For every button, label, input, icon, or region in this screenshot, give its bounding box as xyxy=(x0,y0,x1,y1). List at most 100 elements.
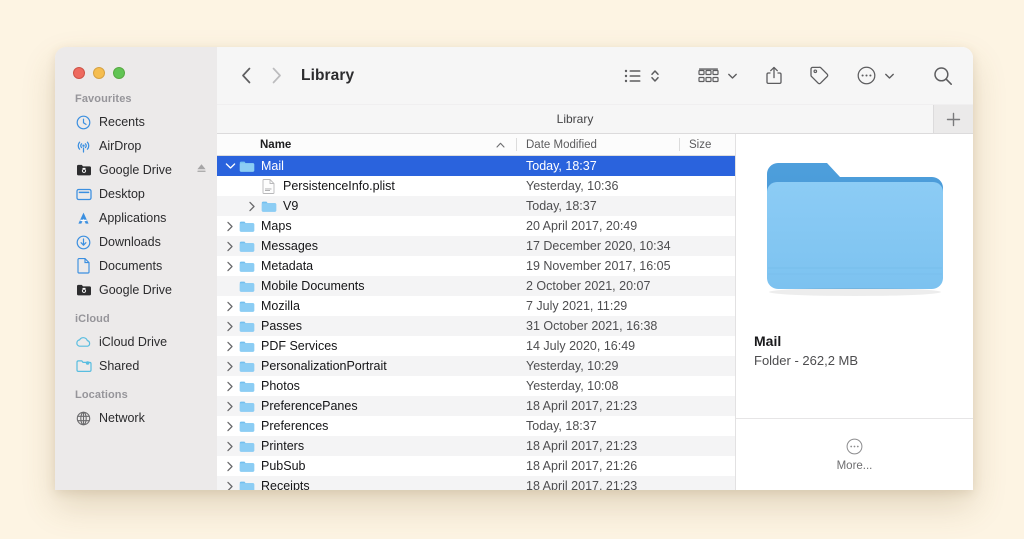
table-row[interactable]: Preferences Today, 18:37 xyxy=(217,416,735,436)
file-date-modified: 20 April 2017, 20:49 xyxy=(526,219,638,233)
sidebar-item-desktop[interactable]: Desktop xyxy=(55,182,217,206)
file-date-modified: 18 April 2017, 21:26 xyxy=(526,459,638,473)
downloads-icon xyxy=(75,234,92,251)
folder-icon xyxy=(260,200,277,213)
sidebar-item-network[interactable]: Network xyxy=(55,406,217,430)
sidebar-item-recents[interactable]: Recents xyxy=(55,110,217,134)
forward-button[interactable] xyxy=(261,61,291,91)
group-by-dropdown[interactable] xyxy=(723,61,742,91)
disclosure-triangle[interactable] xyxy=(222,261,238,272)
file-date-modified: 18 April 2017, 21:23 xyxy=(526,439,638,453)
file-date-modified: 31 October 2021, 16:38 xyxy=(526,319,658,333)
table-row[interactable]: PubSub 18 April 2017, 21:26 xyxy=(217,456,735,476)
table-row[interactable]: Passes 31 October 2021, 16:38 xyxy=(217,316,735,336)
table-row[interactable]: Mobile Documents 2 October 2021, 20:07 xyxy=(217,276,735,296)
list-view-button[interactable] xyxy=(620,61,646,91)
eject-icon xyxy=(197,164,206,172)
table-row[interactable]: Messages 17 December 2020, 10:34 xyxy=(217,236,735,256)
sidebar-item-applications[interactable]: Applications xyxy=(55,206,217,230)
close-button[interactable] xyxy=(73,67,85,79)
folder-icon xyxy=(238,260,255,273)
preview-file-kind: Folder - 262,2 MB xyxy=(754,353,859,368)
file-name: Metadata xyxy=(261,259,314,273)
table-row[interactable]: Mail Today, 18:37 xyxy=(217,156,735,176)
disclosure-triangle[interactable] xyxy=(222,421,238,432)
file-name: PDF Services xyxy=(261,339,338,353)
sidebar-item-airdrop[interactable]: AirDrop xyxy=(55,134,217,158)
folder-icon xyxy=(238,420,255,433)
file-date-modified: 18 April 2017, 21:23 xyxy=(526,479,638,490)
tab-library[interactable]: Library xyxy=(217,105,933,133)
share-button[interactable] xyxy=(762,61,786,91)
chevron-right-icon xyxy=(272,67,281,84)
table-row[interactable]: Maps 20 April 2017, 20:49 xyxy=(217,216,735,236)
file-date-modified: 14 July 2020, 16:49 xyxy=(526,339,636,353)
file-name: Maps xyxy=(261,219,292,233)
folder-icon xyxy=(238,360,255,373)
disclosure-triangle[interactable] xyxy=(222,321,238,332)
window-controls xyxy=(73,67,125,79)
disclosure-triangle[interactable] xyxy=(222,162,238,170)
disclosure-triangle[interactable] xyxy=(222,361,238,372)
disclosure-triangle[interactable] xyxy=(222,381,238,392)
sidebar-item-shared[interactable]: Shared xyxy=(55,354,217,378)
sidebar-item-documents[interactable]: Documents xyxy=(55,254,217,278)
disclosure-triangle[interactable] xyxy=(222,221,238,232)
table-row[interactable]: V9 Today, 18:37 xyxy=(217,196,735,216)
disclosure-triangle[interactable] xyxy=(222,401,238,412)
column-header-date-modified[interactable]: Date Modified xyxy=(517,134,680,155)
chevron-left-icon xyxy=(241,67,250,84)
google-drive-folder-icon xyxy=(75,282,92,299)
column-header-name-label: Name xyxy=(260,138,292,151)
sidebar-item-downloads[interactable]: Downloads xyxy=(55,230,217,254)
sidebar-item-google-drive[interactable]: Google Drive xyxy=(55,158,217,182)
disclosure-triangle[interactable] xyxy=(222,461,238,472)
table-row[interactable]: PDF Services 14 July 2020, 16:49 xyxy=(217,336,735,356)
column-header-size[interactable]: Size xyxy=(680,134,735,155)
back-button[interactable] xyxy=(231,61,261,91)
globe-icon xyxy=(75,410,92,427)
desktop-background: Favourites Recents AirDrop Google Drive Desk… xyxy=(0,0,1024,539)
table-row[interactable]: Mozilla 7 July 2021, 11:29 xyxy=(217,296,735,316)
preview-content: Mail Folder - 262,2 MB xyxy=(736,134,973,418)
tag-button[interactable] xyxy=(806,61,833,91)
table-row[interactable]: PersonalizationPortrait Yesterday, 10:29 xyxy=(217,356,735,376)
list-view-icon xyxy=(624,69,641,82)
disclosure-triangle[interactable] xyxy=(222,241,238,252)
table-row[interactable]: Photos Yesterday, 10:08 xyxy=(217,376,735,396)
file-name: Receipts xyxy=(261,479,310,490)
table-row[interactable]: Metadata 19 November 2017, 16:05 xyxy=(217,256,735,276)
table-row[interactable]: PreferencePanes 18 April 2017, 21:23 xyxy=(217,396,735,416)
search-button[interactable] xyxy=(929,61,957,91)
zoom-button[interactable] xyxy=(113,67,125,79)
more-actions-button[interactable] xyxy=(853,61,880,91)
view-options-stepper[interactable] xyxy=(646,61,664,91)
table-row[interactable]: Receipts 18 April 2017, 21:23 xyxy=(217,476,735,490)
sidebar-section-header-locations: Locations xyxy=(75,389,128,401)
sidebar-item-google-drive[interactable]: Google Drive xyxy=(55,278,217,302)
file-date-modified: 2 October 2021, 20:07 xyxy=(526,279,651,293)
new-tab-button[interactable] xyxy=(933,105,973,133)
file-date-modified: 17 December 2020, 10:34 xyxy=(526,239,671,253)
table-row[interactable]: Printers 18 April 2017, 21:23 xyxy=(217,436,735,456)
column-header-size-label: Size xyxy=(689,138,712,151)
group-by-button[interactable] xyxy=(694,61,723,91)
disclosure-triangle[interactable] xyxy=(222,301,238,312)
sidebar-item-icloud-drive[interactable]: iCloud Drive xyxy=(55,330,217,354)
folder-icon xyxy=(238,240,255,253)
column-header-name[interactable]: Name xyxy=(217,134,517,155)
minimize-button[interactable] xyxy=(93,67,105,79)
disclosure-triangle[interactable] xyxy=(244,201,260,212)
document-icon xyxy=(75,258,92,275)
more-actions-dropdown[interactable] xyxy=(880,61,899,91)
disclosure-triangle[interactable] xyxy=(222,441,238,452)
disclosure-triangle[interactable] xyxy=(222,341,238,352)
sidebar-item-label: Shared xyxy=(99,359,140,373)
eject-button[interactable] xyxy=(196,163,207,177)
preview-pane: Mail Folder - 262,2 MB More... xyxy=(735,134,973,490)
preview-more-button[interactable]: More... xyxy=(736,418,973,490)
sidebar-item-label: Network xyxy=(99,411,145,425)
table-row[interactable]: PersistenceInfo.plist Yesterday, 10:36 xyxy=(217,176,735,196)
disclosure-triangle[interactable] xyxy=(222,481,238,490)
sidebar-item-label: Recents xyxy=(99,115,145,129)
